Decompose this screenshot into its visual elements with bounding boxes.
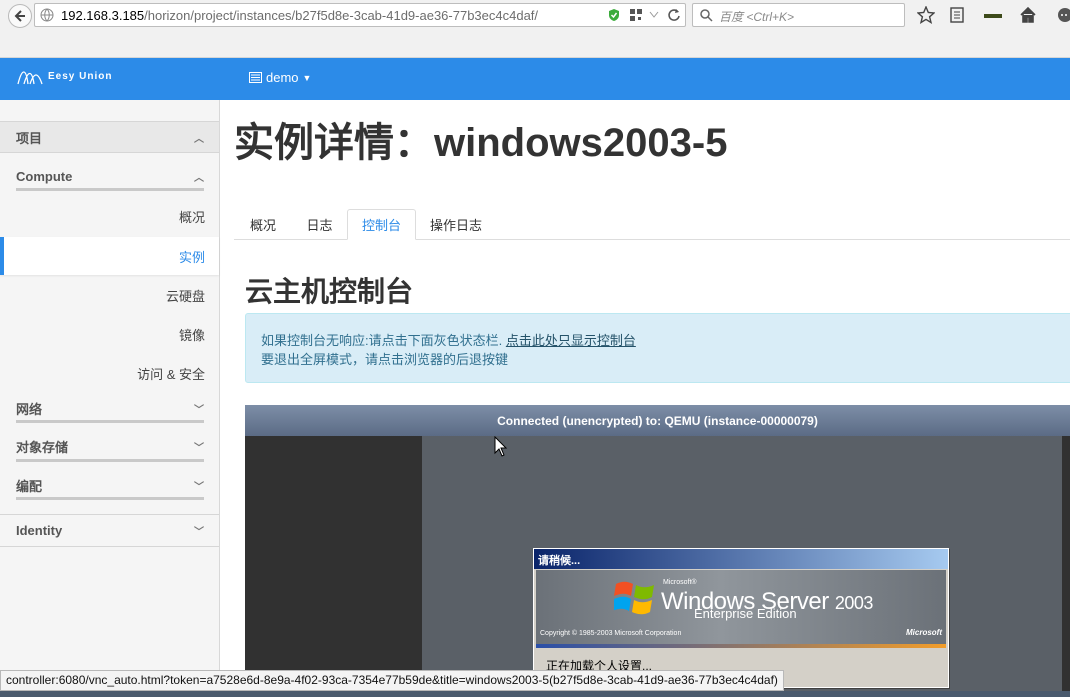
wave-logo-icon	[17, 71, 43, 85]
divider	[16, 497, 204, 500]
vnc-screen[interactable]: 请稍候... Microsoft® Windows Server 2003 En…	[422, 436, 1062, 697]
download-progress-icon[interactable]	[984, 12, 1002, 20]
sidebar-item-label: 镜像	[178, 327, 205, 343]
sidebar-item-volumes[interactable]: 云硬盘	[0, 276, 219, 314]
project-name: demo	[266, 70, 299, 85]
sidebar-item-overview[interactable]: 概况	[0, 197, 219, 235]
divider	[16, 459, 204, 462]
search-placeholder: 百度 <Ctrl+K>	[719, 10, 795, 24]
chat-icon[interactable]	[1056, 6, 1070, 24]
sidebar-item-access-security[interactable]: 访问 & 安全	[0, 354, 219, 392]
caret-down-icon: ▼	[302, 72, 312, 83]
tab-label: 操作日志	[429, 218, 482, 233]
sidebar-section-label: Identity	[16, 523, 63, 538]
dialog-title: 请稍候...	[534, 549, 948, 569]
vnc-console[interactable]: Connected (unencrypted) to: QEMU (instan…	[245, 405, 1070, 697]
os-taskbar	[0, 691, 1070, 697]
qr-code-icon[interactable]	[629, 8, 643, 22]
sidebar-item-label: 实例	[178, 249, 205, 265]
reading-list-icon[interactable]	[948, 6, 966, 24]
reload-icon[interactable]	[667, 8, 681, 22]
sidebar-item-label: 云硬盘	[165, 288, 205, 304]
search-bar[interactable]: 百度 <Ctrl+K>	[692, 3, 905, 27]
page-title: 实例详情：windows2003-5	[234, 121, 728, 165]
console-section-title: 云主机控制台	[245, 276, 414, 307]
chevron-up-icon: ︿	[194, 172, 204, 184]
sidebar-group-object-storage[interactable]: 对象存储 ﹀	[0, 432, 219, 460]
mouse-cursor-icon	[494, 436, 508, 457]
chevron-down-icon: ﹀	[194, 527, 204, 538]
sidebar-item-label: 访问 & 安全	[137, 366, 205, 382]
tab-label: 控制台	[361, 218, 401, 233]
sidebar-item-instances[interactable]: 实例	[0, 237, 219, 275]
tab-label: 日志	[306, 218, 333, 233]
sidebar-section-label: 项目	[16, 130, 43, 146]
windows-banner: Microsoft® Windows Server 2003 Enterpris…	[536, 570, 946, 646]
chevron-down-icon: ﹀	[194, 404, 204, 416]
alert-line-1: 如果控制台无响应:请点击下面灰色状态栏. 点击此处只显示控制台	[261, 330, 636, 349]
chevron-down-icon: ﹀	[194, 481, 204, 493]
top-navbar: Eesy Union demo ▼	[0, 58, 1070, 100]
alert-line-2: 要退出全屏模式，请点击浏览器的后退按键	[261, 352, 509, 367]
back-arrow-icon	[14, 10, 25, 22]
tab-log[interactable]: 日志	[292, 209, 347, 240]
sidebar-item-label: 概况	[178, 209, 205, 225]
sidebar-group-label: 编配	[16, 478, 43, 494]
star-bookmark-icon[interactable]	[917, 6, 935, 24]
project-list-icon	[249, 72, 262, 83]
address-bar[interactable]: 192.168.3.185/horizon/project/instances/…	[34, 3, 686, 27]
sidebar: 项目 ︿ Compute ︿ 概况 实例 云硬盘 镜像 访问 & 安全 网络 ﹀…	[0, 100, 220, 697]
sidebar-group-orchestration[interactable]: 编配 ﹀	[0, 471, 219, 499]
divider	[16, 188, 204, 191]
search-icon	[700, 9, 713, 22]
console-only-link[interactable]: 点击此处只显示控制台	[506, 333, 636, 348]
home-icon[interactable]	[1019, 6, 1037, 24]
chevron-up-icon: ︿	[194, 133, 204, 145]
back-button[interactable]	[8, 4, 32, 28]
divider	[16, 420, 204, 423]
chevron-down-icon: ﹀	[194, 442, 204, 454]
brand-logo[interactable]: Eesy Union	[16, 66, 112, 86]
sidebar-group-label: 对象存储	[16, 439, 69, 455]
sidebar-section-project[interactable]: 项目 ︿	[0, 121, 219, 153]
shield-icon[interactable]	[607, 8, 621, 22]
globe-icon	[40, 8, 54, 22]
brand-name: Eesy Union	[48, 70, 113, 82]
sidebar-group-compute[interactable]: Compute ︿	[0, 162, 219, 190]
info-alert: 如果控制台无响应:请点击下面灰色状态栏. 点击此处只显示控制台 要退出全屏模式，…	[245, 313, 1070, 383]
url-host: 192.168.3.185	[61, 8, 145, 23]
instance-tabs: 概况 日志 控制台 操作日志	[234, 209, 1070, 240]
tab-overview[interactable]: 概况	[234, 209, 292, 240]
edition-text: Enterprise Edition	[694, 606, 797, 621]
vnc-status-bar[interactable]: Connected (unencrypted) to: QEMU (instan…	[245, 405, 1070, 436]
link-status-bar: controller:6080/vnc_auto.html?token=a752…	[0, 670, 784, 691]
sidebar-group-label: Compute	[16, 168, 73, 184]
microsoft-small-text: Microsoft®	[663, 579, 697, 586]
tab-label: 概况	[249, 218, 276, 233]
color-stripe	[536, 644, 946, 648]
windows-flag-icon	[614, 581, 654, 615]
copyright-text: Copyright © 1985-2003 Microsoft Corporat…	[540, 630, 682, 637]
sidebar-item-images[interactable]: 镜像	[0, 315, 219, 353]
dropdown-arrow-icon[interactable]	[649, 11, 659, 19]
alert-text: 如果控制台无响应:请点击下面灰色状态栏.	[261, 333, 506, 348]
project-dropdown[interactable]: demo ▼	[249, 70, 311, 85]
sidebar-group-label: 网络	[16, 401, 43, 417]
browser-chrome: 192.168.3.185/horizon/project/instances/…	[0, 0, 1070, 58]
tab-action-log[interactable]: 操作日志	[416, 209, 496, 240]
url-text: 192.168.3.185/horizon/project/instances/…	[61, 8, 538, 23]
tab-console[interactable]: 控制台	[347, 209, 416, 240]
sidebar-group-network[interactable]: 网络 ﹀	[0, 394, 219, 422]
url-path: /horizon/project/instances/b27f5d8e-3cab…	[144, 8, 539, 23]
sidebar-section-identity[interactable]: Identity ﹀	[0, 514, 219, 547]
product-year: 2003	[834, 593, 874, 613]
windows-loading-dialog: 请稍候... Microsoft® Windows Server 2003 En…	[533, 548, 949, 688]
microsoft-logo: Microsoft	[906, 628, 942, 637]
